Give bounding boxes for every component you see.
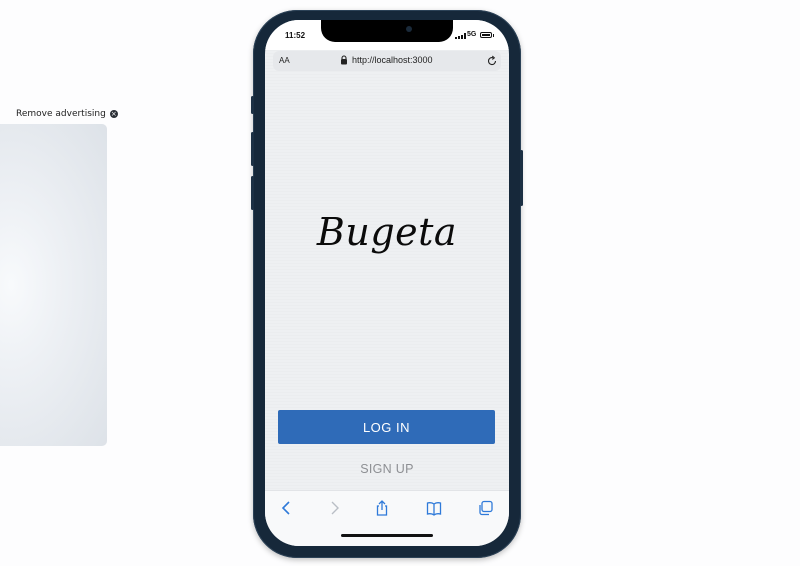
app-logo: Bugeta xyxy=(316,210,458,254)
camera-icon xyxy=(406,26,412,32)
url-text: http://localhost:3000 xyxy=(352,55,433,65)
status-bar: 11:52 5G xyxy=(265,20,509,50)
phone-side-button-power xyxy=(520,150,523,206)
signup-link[interactable]: SIGN UP xyxy=(265,462,509,476)
phone-side-button-volume-up xyxy=(251,132,254,166)
app-page: Bugeta LOG IN SIGN UP xyxy=(265,72,509,492)
phone-screen: 11:52 5G AA http://localhost:3000 Bugeta… xyxy=(265,20,509,546)
text-size-button[interactable]: AA xyxy=(279,56,290,65)
close-icon[interactable]: × xyxy=(109,110,118,118)
share-icon[interactable] xyxy=(374,500,390,516)
browser-toolbar xyxy=(265,490,509,546)
remove-advertising-link[interactable]: Remove advertising × xyxy=(16,108,118,120)
chevron-right-icon[interactable] xyxy=(326,500,342,516)
reload-icon[interactable] xyxy=(486,55,498,67)
signal-icon xyxy=(455,33,466,39)
phone-side-button-mute xyxy=(251,96,254,114)
advertisement-panel[interactable] xyxy=(0,124,107,446)
notch xyxy=(321,20,453,42)
home-indicator[interactable] xyxy=(341,534,433,537)
bookmarks-icon[interactable] xyxy=(426,500,442,516)
lock-icon xyxy=(341,55,347,65)
chevron-left-icon[interactable] xyxy=(279,500,295,516)
phone-side-button-volume-down xyxy=(251,176,254,210)
login-button[interactable]: LOG IN xyxy=(278,410,495,444)
battery-cap xyxy=(493,34,494,37)
status-time: 11:52 xyxy=(285,31,306,40)
tabs-icon[interactable] xyxy=(478,500,494,516)
network-label: 5G xyxy=(467,31,477,38)
url-display[interactable]: http://localhost:3000 xyxy=(340,55,433,65)
browser-url-bar[interactable]: AA http://localhost:3000 xyxy=(273,51,501,71)
remove-advertising-label: Remove advertising xyxy=(16,109,106,119)
battery-icon xyxy=(480,32,492,38)
